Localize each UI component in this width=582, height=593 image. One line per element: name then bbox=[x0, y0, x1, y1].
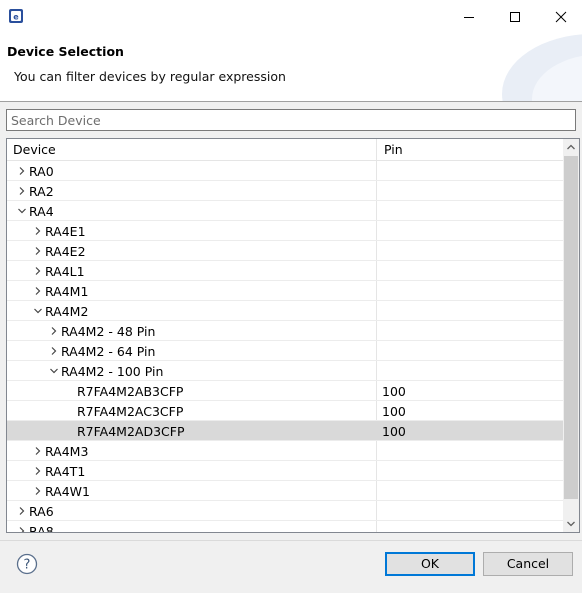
header-decoration bbox=[502, 34, 582, 101]
tree-row-label: RA4M2 - 48 Pin bbox=[61, 324, 156, 339]
chevron-right-icon[interactable] bbox=[17, 506, 27, 516]
tree-row[interactable]: RA4M2 - 48 Pin bbox=[7, 321, 563, 341]
chevron-down-icon[interactable] bbox=[17, 206, 27, 216]
chevron-right-icon[interactable] bbox=[17, 166, 27, 176]
chevron-down-icon[interactable] bbox=[49, 366, 59, 376]
chevron-down-icon[interactable] bbox=[33, 306, 43, 316]
device-tree[interactable]: Device Pin RA0 RA2 RA4 RA4E1 RA4E2 RA4L1 RA4M1… bbox=[6, 138, 580, 533]
tree-row-label: RA4M2 - 100 Pin bbox=[61, 364, 164, 379]
tree-rows: RA0 RA2 RA4 RA4E1 RA4E2 RA4L1 RA4M1 RA4M2 RA4M2 … bbox=[7, 161, 563, 533]
column-header-pin[interactable]: Pin bbox=[384, 142, 403, 157]
scroll-down-button[interactable] bbox=[563, 516, 579, 532]
tree-row-label: RA0 bbox=[29, 164, 54, 179]
tree-row-label: R7FA4M2AD3CFP bbox=[77, 424, 185, 439]
tree-row-label: RA4 bbox=[29, 204, 54, 219]
tree-row-label: RA8 bbox=[29, 524, 54, 533]
chevron-right-icon[interactable] bbox=[17, 186, 27, 196]
eclipse-e2-studio-icon: e bbox=[8, 8, 24, 24]
tree-row[interactable]: RA4W1 bbox=[7, 481, 563, 501]
svg-text:?: ? bbox=[24, 558, 31, 573]
search-field[interactable] bbox=[6, 109, 576, 131]
tree-row[interactable]: RA4E1 bbox=[7, 221, 563, 241]
chevron-right-icon[interactable] bbox=[33, 466, 43, 476]
tree-row-label: RA4E1 bbox=[45, 224, 86, 239]
tree-row[interactable]: RA4L1 bbox=[7, 261, 563, 281]
tree-row[interactable]: R7FA4M2AC3CFP 100 bbox=[7, 401, 563, 421]
tree-row[interactable]: RA8 bbox=[7, 521, 563, 533]
chevron-right-icon[interactable] bbox=[33, 486, 43, 496]
header-divider bbox=[0, 101, 582, 102]
tree-row[interactable]: RA4M2 - 64 Pin bbox=[7, 341, 563, 361]
tree-row-label: RA4M3 bbox=[45, 444, 89, 459]
chevron-right-icon[interactable] bbox=[33, 286, 43, 296]
minimize-button[interactable] bbox=[446, 0, 492, 34]
chevron-up-icon bbox=[567, 144, 575, 150]
tree-row[interactable]: RA4M3 bbox=[7, 441, 563, 461]
ok-button[interactable]: OK bbox=[385, 552, 475, 576]
chevron-right-icon[interactable] bbox=[33, 266, 43, 276]
chevron-right-icon[interactable] bbox=[33, 246, 43, 256]
footer-divider bbox=[0, 540, 582, 541]
page-title: Device Selection bbox=[7, 44, 124, 59]
tree-row-label: RA4L1 bbox=[45, 264, 85, 279]
maximize-button[interactable] bbox=[492, 0, 538, 34]
tree-row[interactable]: RA4M1 bbox=[7, 281, 563, 301]
search-input[interactable] bbox=[7, 110, 575, 130]
title-bar: e bbox=[0, 0, 582, 34]
tree-row[interactable]: RA0 bbox=[7, 161, 563, 181]
tree-row-label: RA2 bbox=[29, 184, 54, 199]
tree-row[interactable]: RA4M2 bbox=[7, 301, 563, 321]
tree-row[interactable]: RA4T1 bbox=[7, 461, 563, 481]
tree-row-pin: 100 bbox=[382, 424, 406, 439]
help-question-icon[interactable]: ? bbox=[16, 553, 38, 575]
vertical-scrollbar[interactable] bbox=[563, 139, 579, 532]
tree-row-label: R7FA4M2AB3CFP bbox=[77, 384, 184, 399]
chevron-down-icon bbox=[567, 521, 575, 527]
chevron-right-icon[interactable] bbox=[33, 226, 43, 236]
column-header-device[interactable]: Device bbox=[13, 142, 56, 157]
tree-row[interactable]: RA6 bbox=[7, 501, 563, 521]
chevron-right-icon[interactable] bbox=[49, 346, 59, 356]
maximize-icon bbox=[510, 12, 520, 22]
tree-row[interactable]: RA4M2 - 100 Pin bbox=[7, 361, 563, 381]
dialog-header: Device Selection You can filter devices … bbox=[0, 34, 582, 101]
tree-row-label: RA4M2 bbox=[45, 304, 89, 319]
tree-row-label: RA4M2 - 64 Pin bbox=[61, 344, 156, 359]
close-icon bbox=[555, 11, 567, 23]
tree-row-label: RA4M1 bbox=[45, 284, 89, 299]
tree-row[interactable]: RA4 bbox=[7, 201, 563, 221]
svg-text:e: e bbox=[13, 13, 19, 22]
tree-header: Device Pin bbox=[7, 139, 563, 161]
tree-row[interactable]: RA4E2 bbox=[7, 241, 563, 261]
tree-row[interactable]: RA2 bbox=[7, 181, 563, 201]
cancel-button[interactable]: Cancel bbox=[483, 552, 573, 576]
chevron-right-icon[interactable] bbox=[17, 526, 27, 533]
scroll-thumb[interactable] bbox=[564, 156, 578, 499]
scroll-up-button[interactable] bbox=[563, 139, 579, 155]
chevron-right-icon[interactable] bbox=[33, 446, 43, 456]
minimize-icon bbox=[464, 17, 474, 18]
tree-row[interactable]: R7FA4M2AB3CFP 100 bbox=[7, 381, 563, 401]
tree-row-pin: 100 bbox=[382, 404, 406, 419]
tree-row[interactable]: R7FA4M2AD3CFP 100 bbox=[7, 421, 563, 441]
tree-row-label: R7FA4M2AC3CFP bbox=[77, 404, 184, 419]
tree-row-label: RA4W1 bbox=[45, 484, 90, 499]
tree-row-label: RA6 bbox=[29, 504, 54, 519]
close-button[interactable] bbox=[538, 0, 582, 34]
chevron-right-icon[interactable] bbox=[49, 326, 59, 336]
tree-row-label: RA4E2 bbox=[45, 244, 86, 259]
tree-row-pin: 100 bbox=[382, 384, 406, 399]
tree-row-label: RA4T1 bbox=[45, 464, 86, 479]
page-subtitle: You can filter devices by regular expres… bbox=[14, 69, 286, 84]
